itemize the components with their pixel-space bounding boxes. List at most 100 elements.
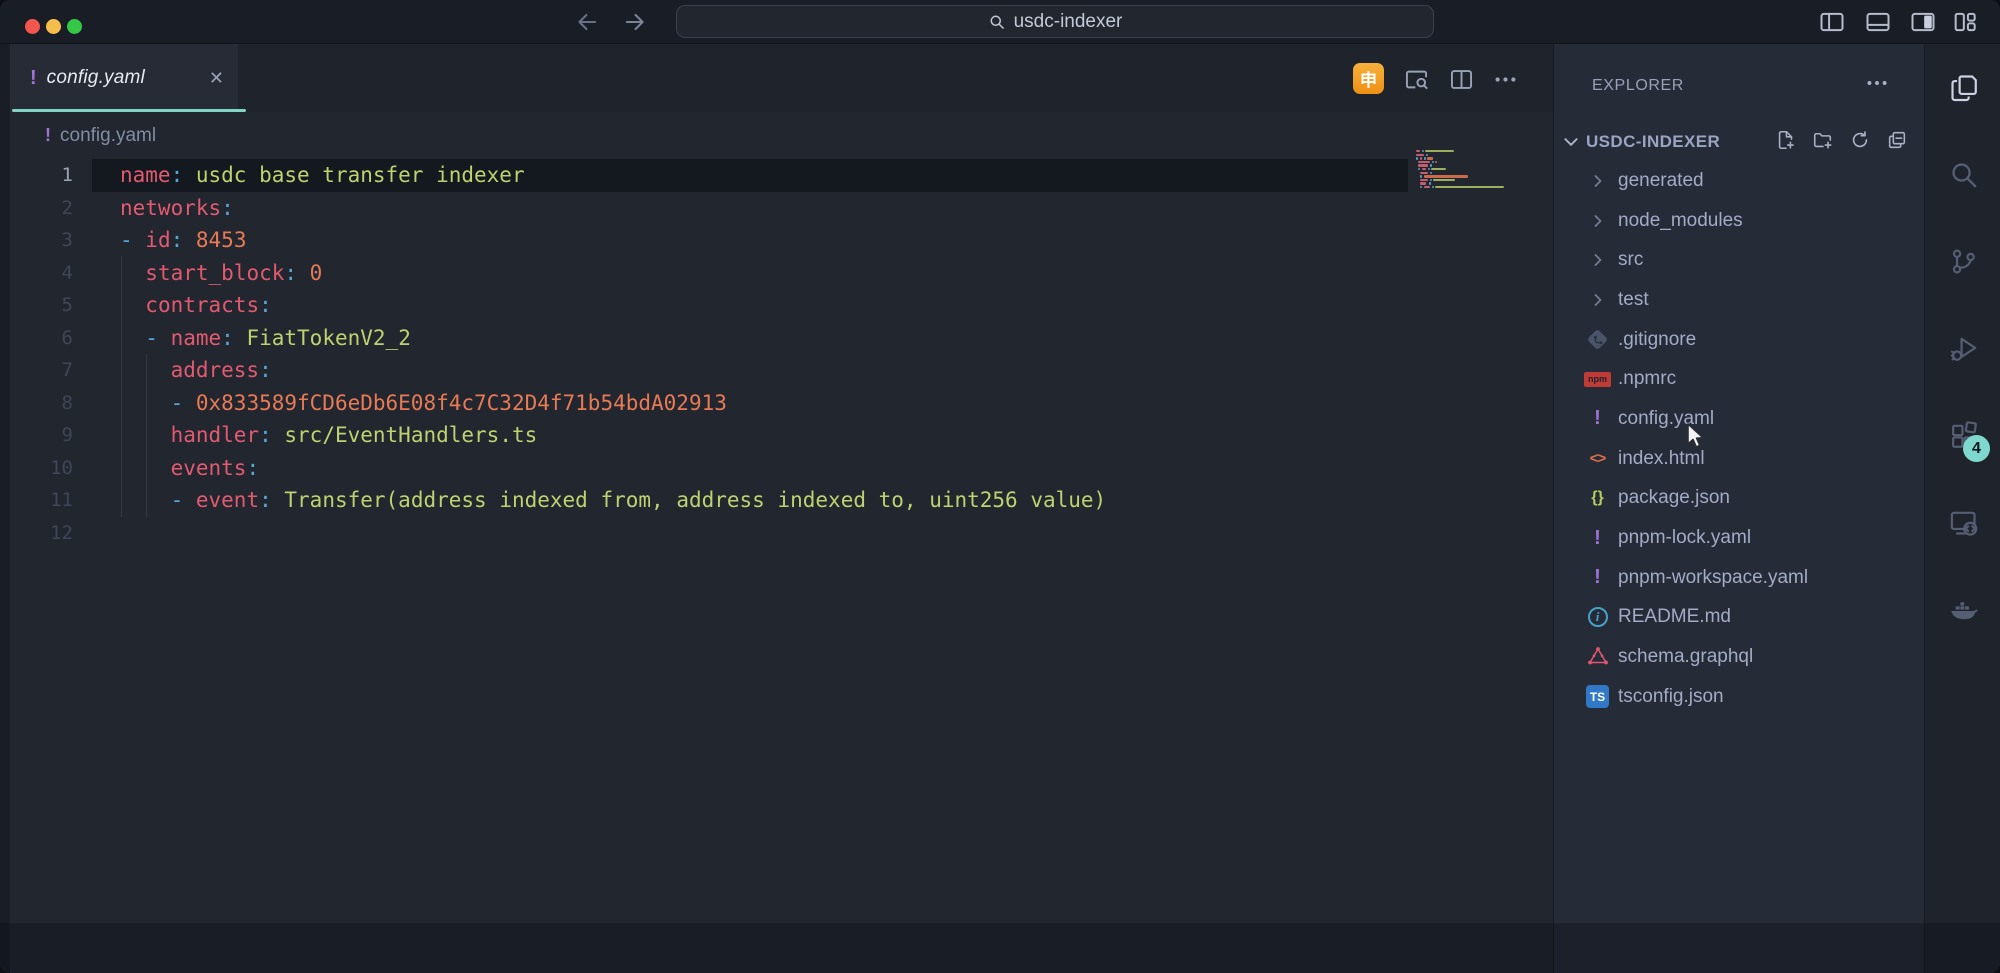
minimap-mark (1422, 150, 1424, 152)
command-center-search[interactable]: usdc-indexer (676, 5, 1434, 38)
navigate-back-button[interactable] (573, 8, 601, 36)
tree-file--npmrc[interactable]: npm.npmrc (1554, 359, 1924, 399)
line-number: 11 (0, 484, 73, 517)
line-number: 9 (0, 419, 73, 452)
tree-file-pnpm-lock-yaml[interactable]: !pnpm-lock.yaml (1554, 518, 1924, 558)
code-line-7[interactable]: 7 address: (0, 354, 1553, 387)
window-zoom-button[interactable] (67, 19, 82, 34)
code-line-6[interactable]: 6 - name: FiatTokenV2_2 (0, 322, 1553, 355)
code-line-9[interactable]: 9 handler: src/EventHandlers.ts (0, 419, 1553, 452)
window-close-button[interactable] (25, 19, 40, 34)
minimap-mark (1420, 182, 1426, 184)
git-icon (1584, 327, 1611, 353)
yaml-warning-icon: ! (1584, 565, 1611, 591)
minimap-mark (1420, 172, 1427, 174)
minimap-mark (1427, 157, 1432, 159)
chevron-right-icon (1584, 208, 1611, 234)
minimap-mark (1435, 186, 1504, 188)
split-editor-button[interactable] (1445, 63, 1477, 95)
tree-file--gitignore[interactable]: .gitignore (1554, 320, 1924, 360)
minimap-mark (1420, 179, 1427, 181)
minimap-mark (1424, 157, 1426, 159)
activity-remote-explorer-button[interactable] (1925, 479, 2000, 566)
tab-config-yaml[interactable]: ! config.yaml ✕ (10, 44, 238, 112)
tree-file-pnpm-workspace-yaml[interactable]: !pnpm-workspace.yaml (1554, 558, 1924, 598)
breadcrumb[interactable]: ! config.yaml (0, 112, 1553, 159)
activity-extensions-button[interactable]: 4 (1925, 392, 2000, 479)
code-text: contracts: (120, 289, 272, 322)
editor-more-actions-button[interactable] (1489, 63, 1521, 95)
tree-item-label: .npmrc (1618, 368, 1676, 390)
minimap[interactable] (1412, 150, 1549, 220)
line-number: 3 (0, 224, 73, 257)
window-minimize-button[interactable] (46, 19, 61, 34)
tree-file-index-html[interactable]: <>index.html (1554, 439, 1924, 479)
yaml-warning-icon: ! (1584, 406, 1611, 432)
toggle-panel-button[interactable] (1864, 8, 1892, 36)
code-line-4[interactable]: 4 start_block: 0 (0, 257, 1553, 290)
minimap-mark (1424, 175, 1468, 177)
explorer-actions (1775, 129, 1908, 156)
code-line-3[interactable]: 3 - id: 8453 (0, 224, 1553, 257)
refresh-button[interactable] (1849, 129, 1871, 156)
activity-explorer-button[interactable] (1925, 44, 2000, 131)
toggle-primary-sidebar-button[interactable] (1818, 8, 1846, 36)
line-number: 8 (0, 387, 73, 420)
minimap-mark (1429, 182, 1431, 184)
code-line-12[interactable]: 12 (0, 517, 1553, 550)
tree-file-tsconfig-json[interactable]: TStsconfig.json (1554, 677, 1924, 717)
tree-item-label: schema.graphql (1618, 646, 1753, 668)
activity-source-control-button[interactable] (1925, 218, 2000, 305)
tree-item-label: test (1618, 289, 1649, 311)
minimap-mark (1420, 186, 1422, 188)
tree-folder-generated[interactable]: generated (1554, 161, 1924, 201)
breadcrumb-file[interactable]: config.yaml (60, 125, 156, 147)
cjk-extension-icon: 申 (1360, 66, 1377, 91)
editor-area: ! config.yaml ✕ 申 ! config.yaml 1name: u… (0, 44, 1553, 973)
minimap-mark (1435, 161, 1437, 163)
line-number: 6 (0, 322, 73, 355)
tree-file-readme-md[interactable]: iREADME.md (1554, 598, 1924, 638)
code-line-2[interactable]: 2networks: (0, 192, 1553, 225)
extensions-badge: 4 (1963, 435, 1990, 462)
code-text: - id: 8453 (120, 224, 246, 257)
collapse-folders-button[interactable] (1886, 129, 1908, 156)
extension-action-button[interactable]: 申 (1353, 63, 1384, 94)
tree-folder-node-modules[interactable]: node_modules (1554, 201, 1924, 241)
code-line-5[interactable]: 5 contracts: (0, 289, 1553, 322)
minimap-mark (1431, 168, 1446, 170)
new-folder-button[interactable] (1812, 129, 1834, 156)
tab-close-icon[interactable]: ✕ (209, 69, 224, 87)
info-icon: i (1584, 604, 1611, 630)
open-preview-button[interactable] (1400, 63, 1432, 95)
code-line-11[interactable]: 11 - event: Transfer(address indexed fro… (0, 484, 1553, 517)
tree-file-package-json[interactable]: {}package.json (1554, 479, 1924, 519)
chevron-right-icon (1584, 247, 1611, 273)
tree-file-config-yaml[interactable]: !config.yaml (1554, 399, 1924, 439)
code-line-1[interactable]: 1name: usdc base transfer indexer (0, 159, 1553, 192)
activity-search-button[interactable] (1925, 131, 2000, 218)
line-number: 5 (0, 289, 73, 322)
project-root-usdc-indexer[interactable]: USDC-INDEXER (1554, 123, 1924, 161)
code-line-10[interactable]: 10 events: (0, 452, 1553, 485)
code-editor[interactable]: 1name: usdc base transfer indexer2networ… (0, 159, 1553, 549)
explorer-more-actions-button[interactable] (1864, 70, 1890, 96)
tree-folder-src[interactable]: src (1554, 240, 1924, 280)
line-number: 2 (0, 192, 73, 225)
line-number: 7 (0, 354, 73, 387)
tree-folder-test[interactable]: test (1554, 280, 1924, 320)
customize-layout-button[interactable] (1951, 8, 1979, 36)
activity-docker-button[interactable] (1925, 566, 2000, 653)
tree-file-schema-graphql[interactable]: schema.graphql (1554, 637, 1924, 677)
code-line-8[interactable]: 8 - 0x833589fCD6eDb6E08f4c7C32D4f71b54bd… (0, 387, 1553, 420)
new-file-button[interactable] (1775, 129, 1797, 156)
minimap-mark (1433, 179, 1455, 181)
activity-bar: 4 (1924, 44, 2000, 973)
minimap-mark (1432, 186, 1434, 188)
navigate-forward-button[interactable] (621, 8, 649, 36)
tree-item-label: tsconfig.json (1618, 686, 1724, 708)
line-number: 10 (0, 452, 73, 485)
graphql-icon (1584, 644, 1611, 670)
toggle-secondary-sidebar-button[interactable] (1909, 8, 1937, 36)
activity-run-debug-button[interactable] (1925, 305, 2000, 392)
